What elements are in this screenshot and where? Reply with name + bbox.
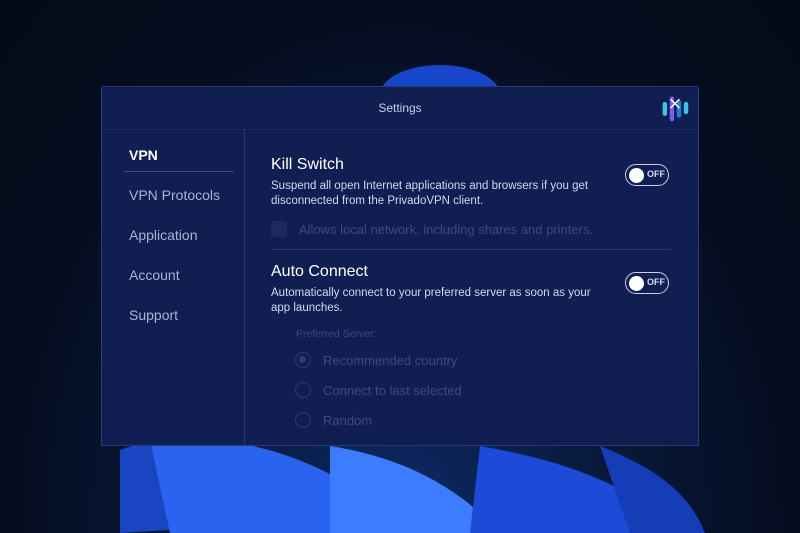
auto-connect-description: Automatically connect to your preferred … [271, 287, 591, 314]
sidebar-item-application[interactable]: Application [129, 227, 198, 243]
sidebar-item-vpn-protocols[interactable]: VPN Protocols [129, 187, 220, 203]
toggle-knob [629, 167, 644, 183]
window-title: Settings [378, 101, 422, 115]
sidebar: VPN VPN Protocols Application Account Su… [102, 129, 245, 445]
radio-recommended-country[interactable] [295, 352, 311, 368]
auto-connect-toggle[interactable]: OFF [625, 272, 669, 294]
toggle-knob [629, 275, 644, 291]
sidebar-item-support[interactable]: Support [129, 307, 178, 323]
lan-option-label: Allows local network, including shares a… [299, 222, 594, 237]
sidebar-item-account[interactable]: Account [129, 267, 180, 283]
preferred-server-label: Preferred Server: [296, 328, 377, 340]
lan-checkbox[interactable] [271, 221, 287, 237]
close-button[interactable] [660, 93, 690, 123]
sidebar-item-vpn[interactable]: VPN [129, 147, 158, 163]
vpn-settings-panel: Kill Switch Suspend all open Internet ap… [245, 129, 700, 445]
auto-connect-title: Auto Connect [271, 263, 368, 280]
kill-switch-title: Kill Switch [271, 156, 344, 173]
kill-switch-description: Suspend all open Internet applications a… [271, 180, 589, 207]
section-divider [271, 249, 671, 250]
kill-switch-toggle[interactable]: OFF [625, 164, 669, 186]
privado-logo-close-icon [662, 96, 689, 122]
auto-connect-toggle-state: OFF [647, 277, 665, 287]
radio-label-random: Random [323, 413, 373, 428]
sidebar-active-underline [124, 171, 234, 172]
radio-label-last-selected: Connect to last selected [323, 383, 462, 398]
kill-switch-toggle-state: OFF [647, 169, 665, 179]
radio-label-recommended-country: Recommended country [323, 353, 458, 368]
radio-last-selected[interactable] [295, 382, 311, 398]
radio-random[interactable] [295, 412, 311, 428]
title-bar: Settings [102, 87, 698, 130]
settings-window: Settings VPN VPN Protocols Application A… [101, 86, 699, 446]
